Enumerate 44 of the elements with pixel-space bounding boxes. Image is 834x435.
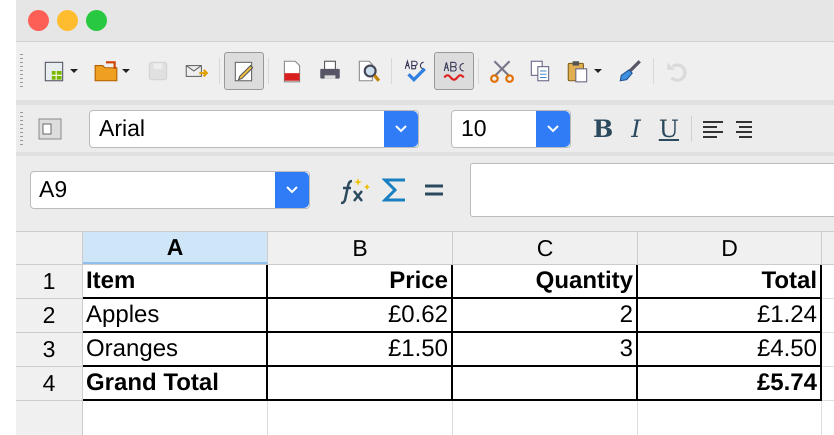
table-cell: Price bbox=[268, 265, 453, 299]
chevron-down-icon[interactable] bbox=[547, 124, 559, 133]
auto-spellcheck-button[interactable] bbox=[434, 52, 474, 90]
dropdown-arrow-icon[interactable] bbox=[122, 68, 130, 74]
sum-icon[interactable] bbox=[382, 176, 408, 204]
dropdown-arrow-icon[interactable] bbox=[594, 68, 602, 74]
column-header[interactable]: D bbox=[638, 232, 822, 264]
table-cell: Oranges bbox=[83, 333, 268, 367]
column-header[interactable]: A bbox=[83, 232, 268, 264]
edit-button[interactable] bbox=[224, 52, 264, 90]
column-header[interactable]: C bbox=[453, 232, 638, 264]
row-header[interactable]: 1 bbox=[16, 265, 83, 299]
table-cell: £4.50 bbox=[638, 333, 822, 367]
font-name-dropdown[interactable]: Arial bbox=[89, 110, 419, 148]
row-header[interactable]: 3 bbox=[16, 333, 83, 367]
chevron-down-icon[interactable] bbox=[286, 186, 298, 194]
font-size-dropdown[interactable]: 10 bbox=[451, 110, 571, 148]
table-cell: £1.24 bbox=[638, 299, 822, 333]
formula-input-field[interactable] bbox=[470, 162, 834, 217]
table-cell: £5.74 bbox=[638, 367, 822, 401]
font-size-value: 10 bbox=[460, 114, 488, 144]
equals-icon[interactable] bbox=[424, 184, 444, 196]
chevron-down-icon[interactable] bbox=[395, 124, 407, 133]
font-name-value: Arial bbox=[98, 114, 146, 144]
align-center-icon[interactable] bbox=[736, 120, 752, 138]
name-box[interactable]: A9 bbox=[30, 170, 310, 209]
row-header[interactable]: 2 bbox=[16, 299, 83, 333]
table-cell: Quantity bbox=[453, 265, 638, 299]
text-style-button[interactable]: U bbox=[656, 110, 682, 147]
dropdown-arrow-icon[interactable] bbox=[70, 68, 78, 74]
table-cell: Item bbox=[83, 265, 268, 299]
table-cell: Apples bbox=[83, 299, 268, 333]
name-box-value: A9 bbox=[38, 175, 68, 204]
align-left-icon[interactable] bbox=[702, 120, 724, 138]
row-header[interactable]: 4 bbox=[16, 367, 83, 401]
table-cell: Grand Total bbox=[83, 367, 268, 401]
column-header[interactable]: B bbox=[268, 232, 453, 264]
text-style-button[interactable]: I bbox=[629, 110, 643, 147]
text-style-button[interactable]: B bbox=[591, 110, 616, 147]
table-cell: 2 bbox=[453, 299, 638, 333]
table-cell: 3 bbox=[453, 333, 638, 367]
table-cell: £0.62 bbox=[268, 299, 453, 333]
table-cell: Total bbox=[638, 265, 822, 299]
table-cell: £1.50 bbox=[268, 333, 453, 367]
